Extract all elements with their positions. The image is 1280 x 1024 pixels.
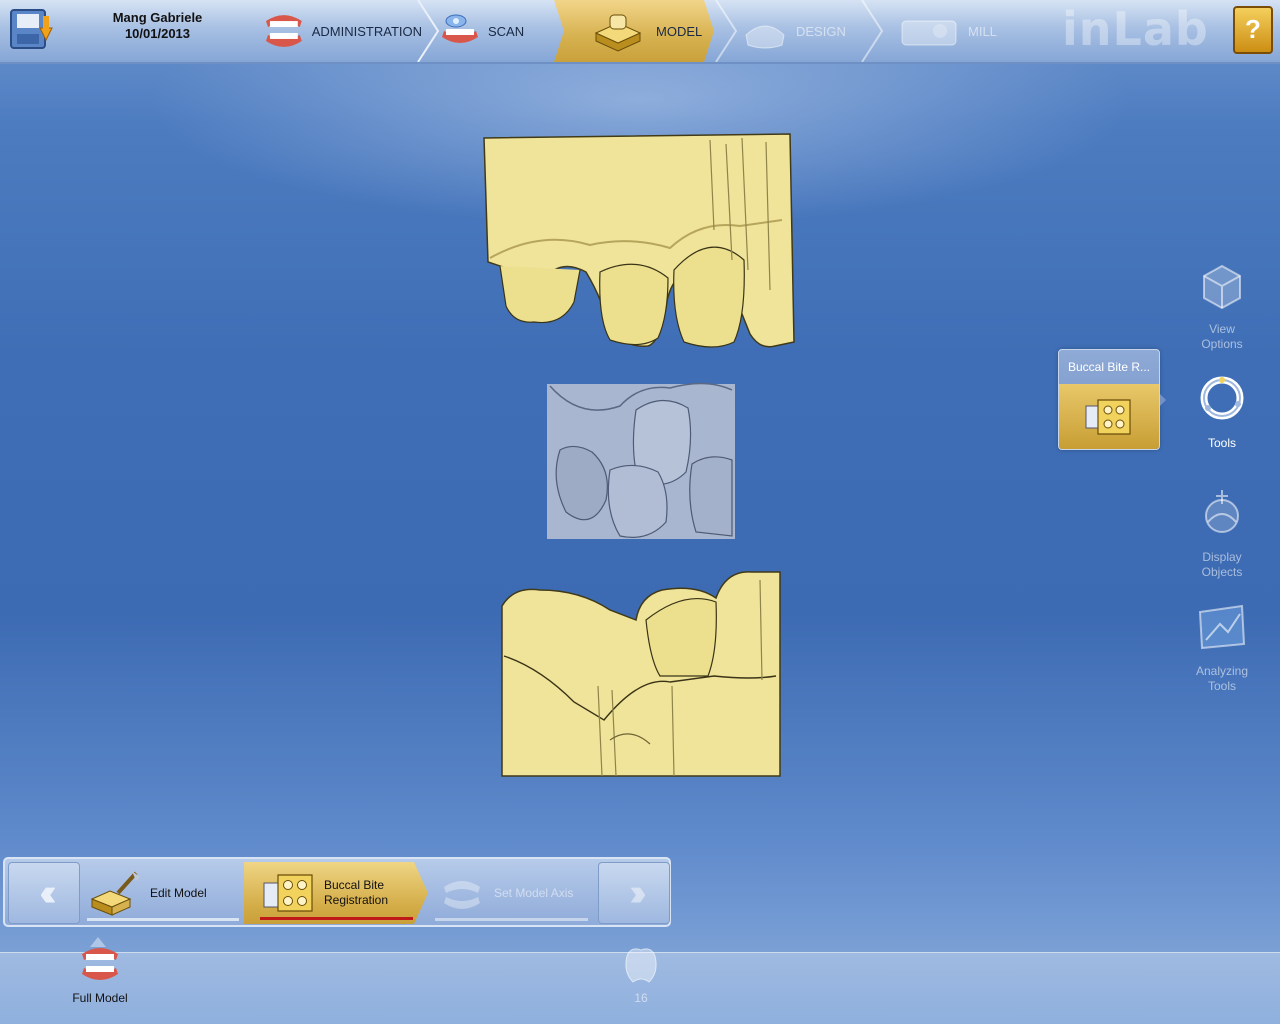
popup-body[interactable] <box>1059 384 1159 449</box>
set-model-axis-icon <box>444 881 480 909</box>
tools-ring-icon <box>1200 376 1244 420</box>
phase-mill: MILL <box>898 0 1028 62</box>
model-base-icon <box>594 14 642 52</box>
phase-label: DESIGN <box>796 23 846 39</box>
phase-label: MILL <box>968 23 997 39</box>
phase-separator <box>715 0 738 62</box>
workflow-step-progress <box>87 918 239 921</box>
tool-label: Display Objects <box>1201 550 1243 579</box>
view-options-button[interactable]: View Options <box>1188 258 1256 352</box>
workflow-step-set-model-axis: Set Model Axis <box>430 862 598 924</box>
model-viewport[interactable] <box>470 120 810 790</box>
phase-design: DESIGN <box>740 0 860 62</box>
popup-pointer <box>1160 394 1166 406</box>
tools-button[interactable]: Tools <box>1188 372 1256 451</box>
analyzing-tools-button[interactable]: Analyzing Tools <box>1188 600 1256 694</box>
upper-jaw-model[interactable] <box>483 133 795 348</box>
workflow-step-label: Edit Model <box>150 885 207 900</box>
save-case-icon[interactable] <box>8 6 54 54</box>
phase-scan[interactable]: SCAN <box>438 0 556 62</box>
phase-administration[interactable]: ADMINISTRATION <box>262 0 422 62</box>
tooth-icon <box>625 948 657 983</box>
workflow-step-progress-active <box>260 917 413 920</box>
object-label: Full Model <box>72 991 128 1005</box>
jaw-model-icon <box>265 15 302 47</box>
phase-label: MODEL <box>656 23 703 39</box>
workflow-step-label: Set Model Axis <box>494 885 574 900</box>
phase-separator <box>861 0 884 62</box>
lower-jaw-model[interactable] <box>501 571 781 777</box>
workflow-step-buccal-bite[interactable]: Buccal Bite Registration <box>244 862 428 924</box>
workflow-step-edit-model[interactable]: Edit Model <box>82 862 244 924</box>
workflow-bar: ‹‹ Edit Model Buccal Bite Registration S <box>3 857 671 927</box>
object-tooth-16[interactable]: 16 <box>601 942 681 1005</box>
patient-info: Mang Gabriele 10/01/2013 <box>60 10 255 42</box>
scanner-icon <box>442 14 478 43</box>
design-icon <box>745 25 785 49</box>
patient-name: Mang Gabriele <box>112 10 203 25</box>
full-model-jaw-icon <box>82 948 118 980</box>
buccal-bite-icon <box>263 874 313 912</box>
object-label: 16 <box>634 991 648 1005</box>
tool-label: Analyzing Tools <box>1195 664 1249 693</box>
object-full-model[interactable]: Full Model <box>60 942 140 1005</box>
workflow-prev-button[interactable]: ‹‹ <box>8 862 80 924</box>
workflow-step-label: Buccal Bite Registration <box>324 878 389 907</box>
view-options-cube-icon <box>1203 264 1241 310</box>
buccal-bite-scan[interactable] <box>547 382 735 539</box>
popup-title: Buccal Bite R... <box>1067 360 1151 374</box>
phase-bar: Mang Gabriele 10/01/2013 ADMINISTRATION … <box>0 0 1280 64</box>
display-objects-icon <box>1205 490 1239 533</box>
edit-model-icon <box>90 871 140 916</box>
phase-label: SCAN <box>488 23 525 39</box>
phase-label: ADMINISTRATION <box>311 23 422 39</box>
case-date: 10/01/2013 <box>124 26 191 41</box>
buccal-bite-icon <box>1085 399 1131 435</box>
double-chevron-left-icon: ‹‹ <box>39 871 57 914</box>
buccal-bite-tool-popup[interactable]: Buccal Bite R... <box>1058 349 1160 450</box>
tool-label: Tools <box>1207 436 1236 450</box>
workflow-step-progress <box>435 918 588 921</box>
display-objects-button[interactable]: Display Objects <box>1188 486 1256 580</box>
workflow-next-button[interactable]: ›› <box>598 862 670 924</box>
help-book-icon[interactable]: ? <box>1233 6 1273 54</box>
inlab-logo: inLab <box>1062 2 1209 56</box>
mill-icon <box>901 20 957 46</box>
analyzing-tools-icon <box>1198 604 1246 650</box>
phase-model[interactable]: MODEL <box>554 0 714 62</box>
tool-label: View Options <box>1201 322 1243 351</box>
double-chevron-right-icon: ›› <box>629 871 647 914</box>
